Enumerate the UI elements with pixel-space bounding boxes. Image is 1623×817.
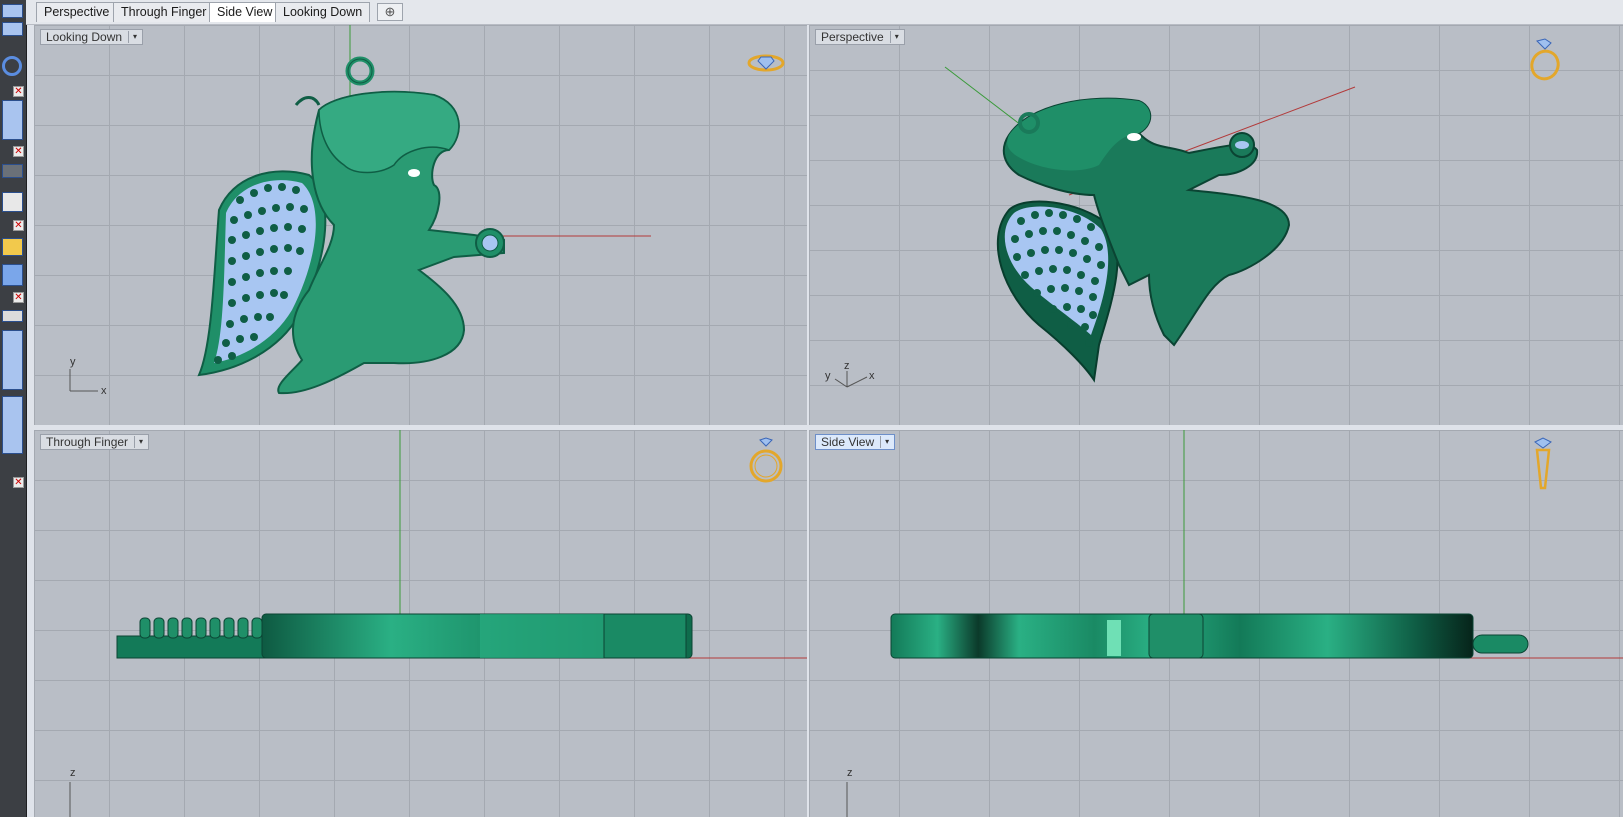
left-toolbar: ✕ ✕ ✕ ✕ ✕ [0, 0, 27, 817]
ring-front-view-icon[interactable] [746, 436, 786, 488]
ring-top-view-icon[interactable] [746, 49, 786, 75]
model-view: z [846, 430, 1623, 817]
axis-label-z: z [844, 360, 850, 372]
tab-perspective[interactable]: Perspective [36, 2, 118, 22]
layer-tool-icon[interactable] [2, 164, 23, 178]
ring-perspective-icon[interactable] [1525, 37, 1565, 83]
axis-label-z: z [70, 767, 76, 779]
viewport-tab-strip: Perspective Through Finger Side View Loo… [26, 0, 1623, 25]
axis-label-y: y [70, 356, 76, 368]
model-view: z [69, 430, 807, 817]
viewport-looking-down[interactable]: Looking Down ▾ y x [34, 25, 807, 425]
close-panel-icon[interactable]: ✕ [13, 220, 24, 231]
axis-label-y: y [825, 370, 831, 382]
expand-icon[interactable] [2, 310, 23, 322]
close-panel-icon[interactable]: ✕ [13, 477, 24, 488]
panel-tool-icon[interactable] [2, 100, 23, 140]
viewport-side-view[interactable]: Side View ▾ z [809, 430, 1623, 817]
grid-tool-icon[interactable] [2, 192, 23, 212]
ring-side-view-icon[interactable] [1531, 436, 1555, 492]
close-panel-icon[interactable]: ✕ [13, 86, 24, 97]
axis-label-x: x [869, 370, 875, 382]
gem-tool-icon[interactable] [2, 264, 23, 286]
close-panel-icon[interactable]: ✕ [13, 146, 24, 157]
tab-side-view[interactable]: Side View [209, 2, 281, 22]
view-tools-icon[interactable] [2, 330, 23, 390]
model-view: y z x [825, 66, 1356, 388]
circle-tool-icon[interactable] [2, 56, 22, 76]
axis-label-z: z [847, 767, 853, 779]
model-view: y x [69, 25, 651, 397]
viewport-perspective[interactable]: Perspective ▾ y z x [809, 25, 1623, 425]
close-panel-icon[interactable]: ✕ [13, 292, 24, 303]
tab-looking-down[interactable]: Looking Down [275, 2, 371, 22]
window-tool-icon[interactable] [2, 22, 23, 36]
select-tool-icon[interactable] [2, 4, 23, 18]
axis-label-x: x [101, 385, 107, 397]
snap-tools-icon[interactable] [2, 396, 23, 454]
viewport-through-finger[interactable]: Through Finger ▾ z [34, 430, 807, 817]
add-tab-icon[interactable]: ⊕ [377, 3, 403, 21]
tab-through-finger[interactable]: Through Finger [113, 2, 215, 22]
render-tool-icon[interactable] [2, 238, 23, 256]
